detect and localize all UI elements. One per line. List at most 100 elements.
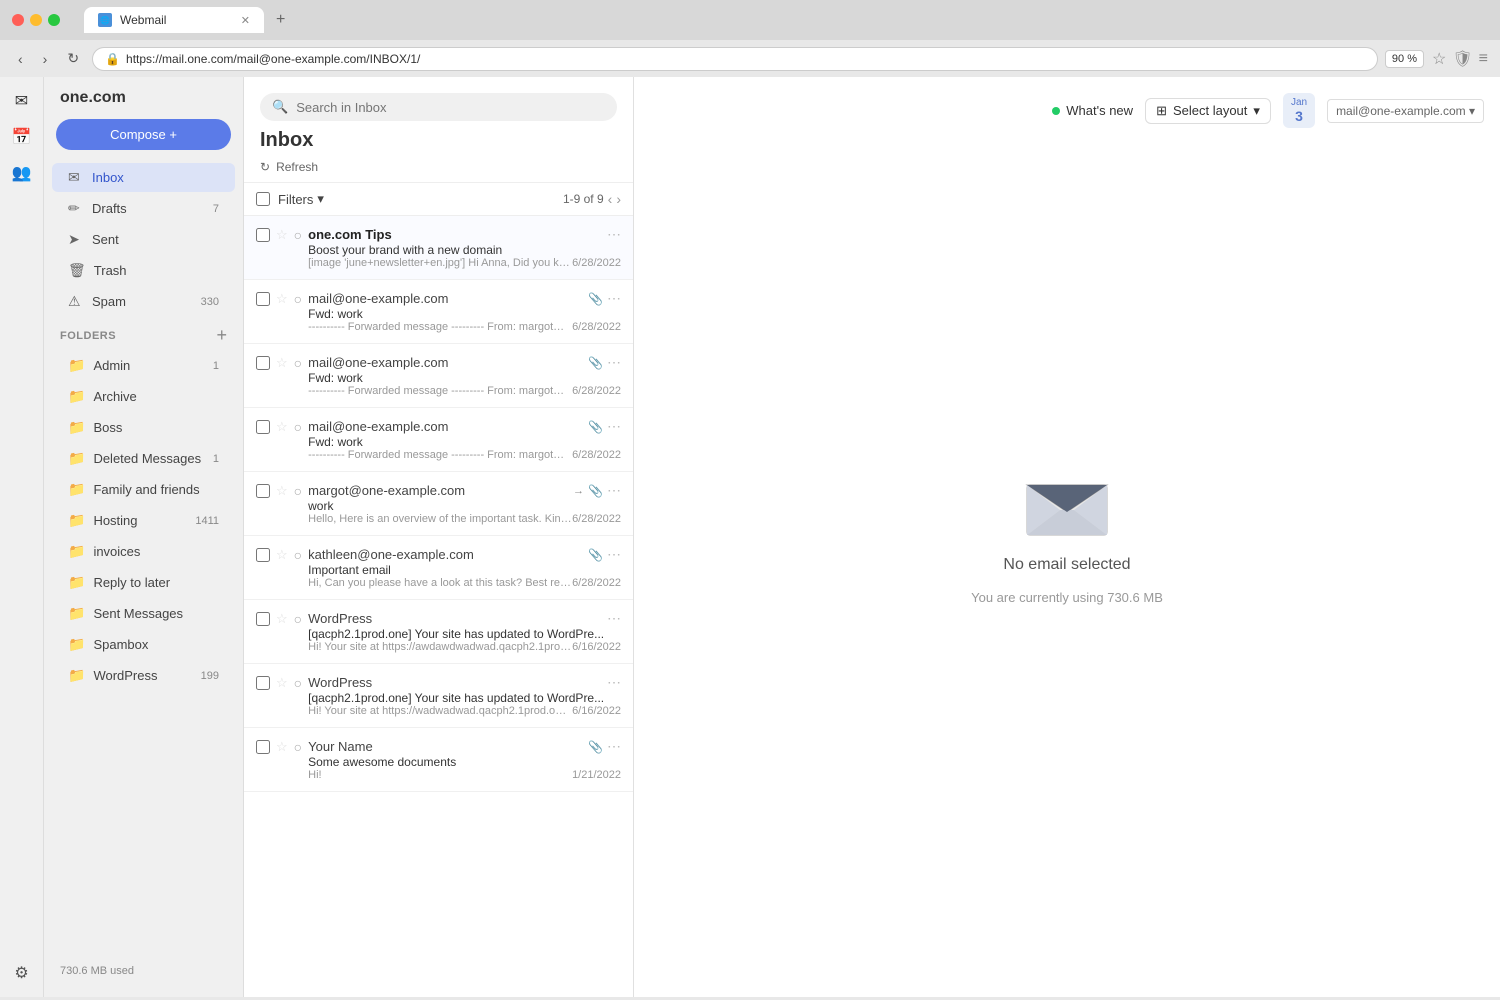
nav-item-spam[interactable]: ⚠ Spam 330 — [52, 287, 235, 316]
email-row[interactable]: ☆ ○ margot@one-example.com → 📎 ⋯ work He… — [244, 472, 633, 536]
email-checkbox[interactable] — [256, 292, 270, 306]
email-star-icon[interactable]: ☆ — [276, 739, 288, 755]
minimize-dot[interactable] — [30, 14, 42, 26]
email-list-toolbar: Filters ▾ 1-9 of 9 ‹ › — [244, 183, 633, 216]
email-more-icon[interactable]: ⋯ — [607, 738, 621, 755]
folder-count-hosting: 1411 — [195, 515, 219, 527]
settings-icon-btn[interactable]: ⚙ — [6, 957, 38, 989]
nav-item-drafts[interactable]: ✏ Drafts 7 — [52, 194, 235, 223]
maximize-dot[interactable] — [48, 14, 60, 26]
email-checkbox[interactable] — [256, 356, 270, 370]
folder-boss[interactable]: 📁 Boss — [52, 413, 235, 442]
contacts-icon-btn[interactable]: 👥 — [6, 157, 38, 189]
forward-button[interactable]: › — [37, 47, 54, 71]
email-star-icon[interactable]: ☆ — [276, 675, 288, 691]
email-row[interactable]: ☆ ○ WordPress ⋯ [qacph2.1prod.one] Your … — [244, 600, 633, 664]
email-row[interactable]: ☆ ○ mail@one-example.com 📎 ⋯ Fwd: work -… — [244, 408, 633, 472]
filters-button[interactable]: Filters ▾ — [278, 191, 324, 207]
folder-label-admin: Admin — [93, 358, 204, 373]
folder-archive[interactable]: 📁 Archive — [52, 382, 235, 411]
email-row[interactable]: ☆ ○ WordPress ⋯ [qacph2.1prod.one] Your … — [244, 664, 633, 728]
folder-count-admin: 1 — [213, 360, 219, 372]
folder-sent-messages[interactable]: 📁 Sent Messages — [52, 599, 235, 628]
email-star-icon[interactable]: ☆ — [276, 483, 288, 499]
next-page-button[interactable]: › — [616, 191, 621, 207]
folder-deleted-messages[interactable]: 📁 Deleted Messages 1 — [52, 444, 235, 473]
email-more-icon[interactable]: ⋯ — [607, 546, 621, 563]
mail-icon-btn[interactable]: ✉ — [6, 85, 38, 117]
email-subject: work — [308, 499, 621, 513]
email-circle-icon: ○ — [294, 355, 302, 371]
email-preview: [image 'june+newsletter+en.jpg'] Hi Anna… — [308, 257, 572, 269]
refresh-button[interactable]: ↻ Refresh — [260, 160, 617, 174]
security-icon: 🔒 — [105, 52, 120, 66]
email-checkbox[interactable] — [256, 676, 270, 690]
folder-admin[interactable]: 📁 Admin 1 — [52, 351, 235, 380]
email-more-icon[interactable]: ⋯ — [607, 610, 621, 627]
reload-button[interactable]: ↻ — [61, 46, 85, 71]
email-circle-icon: ○ — [294, 611, 302, 627]
nav-item-sent[interactable]: ➤ Sent — [52, 225, 235, 254]
select-all-checkbox[interactable] — [256, 192, 270, 206]
email-more-icon[interactable]: ⋯ — [607, 226, 621, 243]
nav-item-inbox[interactable]: ✉ Inbox — [52, 163, 235, 192]
email-row[interactable]: ☆ ○ kathleen@one-example.com 📎 ⋯ Importa… — [244, 536, 633, 600]
folder-invoices[interactable]: 📁 invoices — [52, 537, 235, 566]
prev-page-button[interactable]: ‹ — [608, 191, 613, 207]
calendar-icon-btn[interactable]: 📅 — [6, 121, 38, 153]
email-star-icon[interactable]: ☆ — [276, 291, 288, 307]
email-more-icon[interactable]: ⋯ — [607, 290, 621, 307]
email-circle-icon: ○ — [294, 483, 302, 499]
compose-button[interactable]: Compose + — [56, 119, 231, 150]
nav-label-spam: Spam — [92, 294, 193, 309]
folder-hosting[interactable]: 📁 Hosting 1411 — [52, 506, 235, 535]
menu-icon[interactable]: ≡ — [1479, 50, 1488, 68]
select-layout-button[interactable]: ⊞ Select layout ▾ — [1145, 98, 1271, 124]
email-checkbox[interactable] — [256, 228, 270, 242]
folder-wordpress[interactable]: 📁 WordPress 199 — [52, 661, 235, 690]
email-star-icon[interactable]: ☆ — [276, 419, 288, 435]
date-badge: Jan 3 — [1283, 93, 1315, 128]
nav-sidebar: one.com Compose + ✉ Inbox ✏ Drafts 7 ➤ S… — [44, 77, 244, 997]
address-bar[interactable]: 🔒 https://mail.one.com/mail@one-example.… — [93, 48, 1377, 70]
search-input[interactable] — [296, 100, 605, 115]
new-tab-button[interactable]: + — [268, 7, 293, 33]
email-more-icon[interactable]: ⋯ — [607, 674, 621, 691]
folder-family-friends[interactable]: 📁 Family and friends — [52, 475, 235, 504]
active-tab[interactable]: 🌐 Webmail ✕ — [84, 7, 264, 33]
email-star-icon[interactable]: ☆ — [276, 611, 288, 627]
bookmark-icon[interactable]: ☆ — [1432, 49, 1446, 69]
close-dot[interactable] — [12, 14, 24, 26]
tab-close-button[interactable]: ✕ — [241, 14, 250, 27]
add-folder-button[interactable]: + — [216, 325, 227, 346]
email-checkbox[interactable] — [256, 612, 270, 626]
email-row[interactable]: ☆ ○ mail@one-example.com 📎 ⋯ Fwd: work -… — [244, 280, 633, 344]
folder-icon: 📁 — [68, 605, 85, 622]
email-row[interactable]: ☆ ○ mail@one-example.com 📎 ⋯ Fwd: work -… — [244, 344, 633, 408]
whats-new-button[interactable]: What's new — [1052, 103, 1133, 118]
email-checkbox[interactable] — [256, 420, 270, 434]
date-month: Jan — [1291, 97, 1307, 108]
email-checkbox[interactable] — [256, 484, 270, 498]
email-circle-icon: ○ — [294, 547, 302, 563]
nav-item-trash[interactable]: 🗑 Trash — [52, 256, 235, 285]
email-checkbox[interactable] — [256, 740, 270, 754]
folder-spambox[interactable]: 📁 Spambox — [52, 630, 235, 659]
email-star-icon[interactable]: ☆ — [276, 547, 288, 563]
folder-reply-later[interactable]: 📁 Reply to later — [52, 568, 235, 597]
email-row[interactable]: ☆ ○ Your Name 📎 ⋯ Some awesome documents… — [244, 728, 633, 792]
email-star-icon[interactable]: ☆ — [276, 227, 288, 243]
email-more-icon[interactable]: ⋯ — [607, 354, 621, 371]
search-icon: 🔍 — [272, 99, 288, 115]
email-preview: Hi! Your site at https://wadwadwad.qacph… — [308, 705, 572, 717]
email-subject: Important email — [308, 563, 621, 577]
back-button[interactable]: ‹ — [12, 47, 29, 71]
account-badge[interactable]: mail@one-example.com ▾ — [1327, 99, 1484, 123]
folder-icon: 📁 — [68, 450, 85, 467]
email-star-icon[interactable]: ☆ — [276, 355, 288, 371]
no-email-subtitle: You are currently using 730.6 MB — [971, 590, 1163, 605]
email-more-icon[interactable]: ⋯ — [607, 482, 621, 499]
email-more-icon[interactable]: ⋯ — [607, 418, 621, 435]
email-row[interactable]: ☆ ○ one.com Tips ⋯ Boost your brand with… — [244, 216, 633, 280]
email-checkbox[interactable] — [256, 548, 270, 562]
